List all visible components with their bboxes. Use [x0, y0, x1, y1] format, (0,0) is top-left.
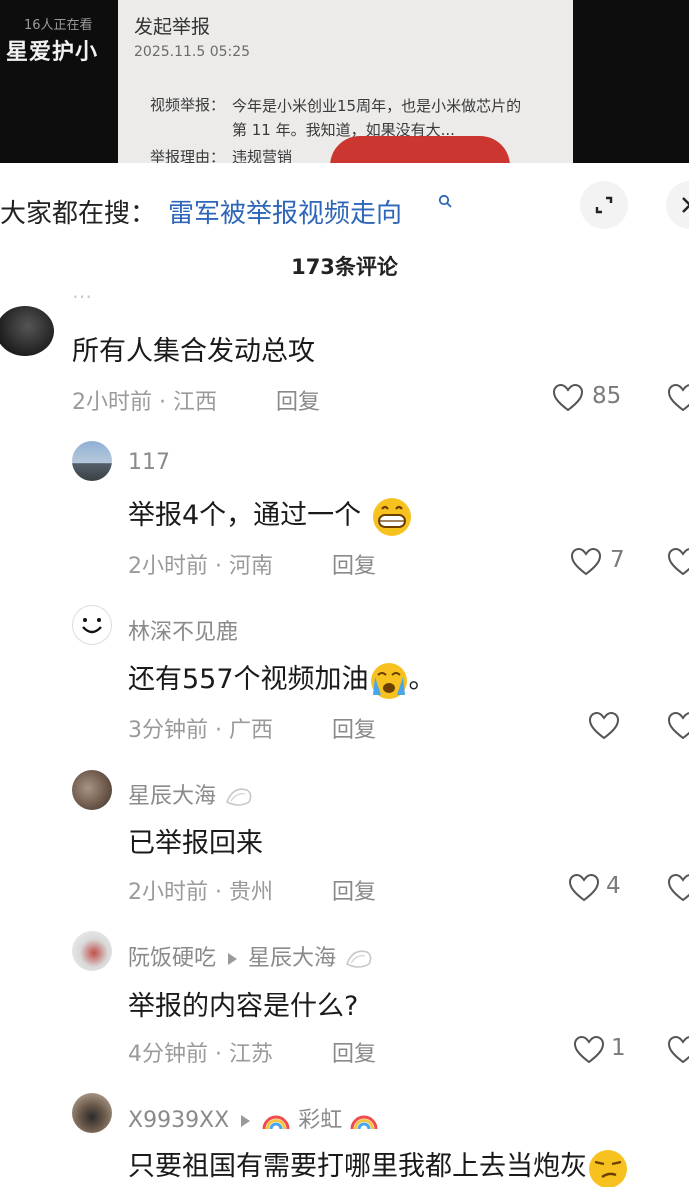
comment-text: 还有557个视频加油 。	[128, 657, 436, 701]
avatar[interactable]	[0, 306, 54, 356]
smile-face-icon	[82, 618, 102, 634]
dislike-icon[interactable]	[668, 548, 689, 576]
reply-arrow-icon	[241, 1115, 251, 1127]
dislike-icon[interactable]	[668, 712, 689, 740]
comment-text: 举报的内容是什么?	[128, 991, 359, 1022]
reply-button[interactable]: 回复	[332, 548, 376, 580]
doc-date: 2025.11.5 05:25	[134, 44, 251, 60]
expand-button[interactable]	[580, 181, 628, 229]
avatar[interactable]	[72, 605, 112, 645]
reply-button[interactable]: 回复	[276, 384, 320, 416]
live-title: 星爱护小	[6, 40, 99, 65]
comment-meta: 4分钟前 · 江苏	[128, 1042, 274, 1067]
close-button[interactable]	[666, 181, 689, 229]
heart-icon[interactable]	[571, 548, 601, 576]
viewer-count: 16人正在看	[24, 18, 93, 33]
comment-author[interactable]: 117	[128, 450, 170, 475]
comment-text: 已举报回来	[128, 828, 263, 859]
avatar[interactable]	[72, 441, 112, 481]
comment-author[interactable]: X9939XX 彩虹	[128, 1102, 379, 1134]
video-player[interactable]: 发起举报 2025.11.5 05:25 视频举报： 今年是小米创业15周年，也…	[0, 0, 689, 163]
expand-icon	[595, 196, 613, 214]
doc-label-reason: 举报理由：	[150, 148, 226, 163]
comment-meta: 2小时前 · 河南	[128, 554, 274, 579]
like-count: 4	[606, 873, 621, 899]
avatar[interactable]	[72, 770, 112, 810]
heart-icon[interactable]	[589, 712, 619, 740]
reply-button[interactable]: 回复	[332, 1036, 376, 1068]
comment-meta: 3分钟前 · 广西	[128, 718, 274, 743]
heart-icon[interactable]	[574, 1036, 604, 1064]
search-suggestion-link[interactable]: 雷军被举报视频走向	[168, 193, 402, 230]
doc-text-video: 今年是小米创业15周年，也是小米做芯片的第 11 年。我知道，如果没有大...	[232, 97, 522, 139]
reply-button[interactable]: 回复	[332, 874, 376, 906]
shell-badge-icon	[226, 788, 252, 806]
reply-button[interactable]: 回复	[332, 712, 376, 744]
heart-icon[interactable]	[553, 384, 583, 412]
comment-author[interactable]: 星辰大海	[128, 778, 255, 810]
comments-sheet: 大家都在搜： 雷军被举报视频走向 173条评论 … 所有人集合发动总攻 2小时前…	[0, 163, 689, 1187]
like-count: 85	[592, 383, 622, 409]
comment-author-partial: …	[72, 291, 92, 303]
reply-arrow-icon	[228, 953, 238, 965]
search-icon[interactable]	[438, 194, 452, 208]
dislike-icon[interactable]	[668, 874, 689, 902]
search-prefix: 大家都在搜：	[0, 199, 157, 229]
grinning-face-emoji-icon	[372, 497, 411, 536]
close-icon	[682, 197, 689, 213]
smirking-face-emoji-icon	[589, 1149, 627, 1187]
like-count: 7	[610, 547, 625, 573]
red-stamp-graphic	[330, 136, 510, 163]
avatar[interactable]	[72, 931, 112, 971]
comment-meta: 2小时前 · 江西	[72, 390, 218, 415]
like-count: 1	[611, 1035, 626, 1061]
shell-badge-icon	[346, 950, 372, 968]
comment-text: 举报4个，通过一个	[128, 493, 414, 537]
rainbow-icon	[350, 1115, 378, 1130]
doc-label-video: 视频举报：	[150, 96, 226, 114]
dislike-icon[interactable]	[668, 1036, 689, 1064]
comment-author[interactable]: 林深不见鹿	[128, 614, 238, 646]
dislike-icon[interactable]	[668, 384, 689, 412]
doc-text-reason: 违规营销	[232, 148, 293, 163]
heart-icon[interactable]	[569, 874, 599, 902]
avatar[interactable]	[72, 1093, 112, 1133]
comment-author[interactable]: 阮饭硬吃 星辰大海	[128, 940, 375, 972]
crying-face-emoji-icon	[370, 662, 407, 699]
comment-count: 173条评论	[291, 255, 398, 279]
comment-text: 只要祖国有需要打哪里我都上去当炮灰	[128, 1144, 629, 1187]
comment-meta: 2小时前 · 贵州	[128, 880, 274, 905]
doc-title: 发起举报	[134, 16, 211, 38]
rainbow-icon	[262, 1115, 290, 1130]
comment-text: 所有人集合发动总攻	[72, 336, 315, 367]
